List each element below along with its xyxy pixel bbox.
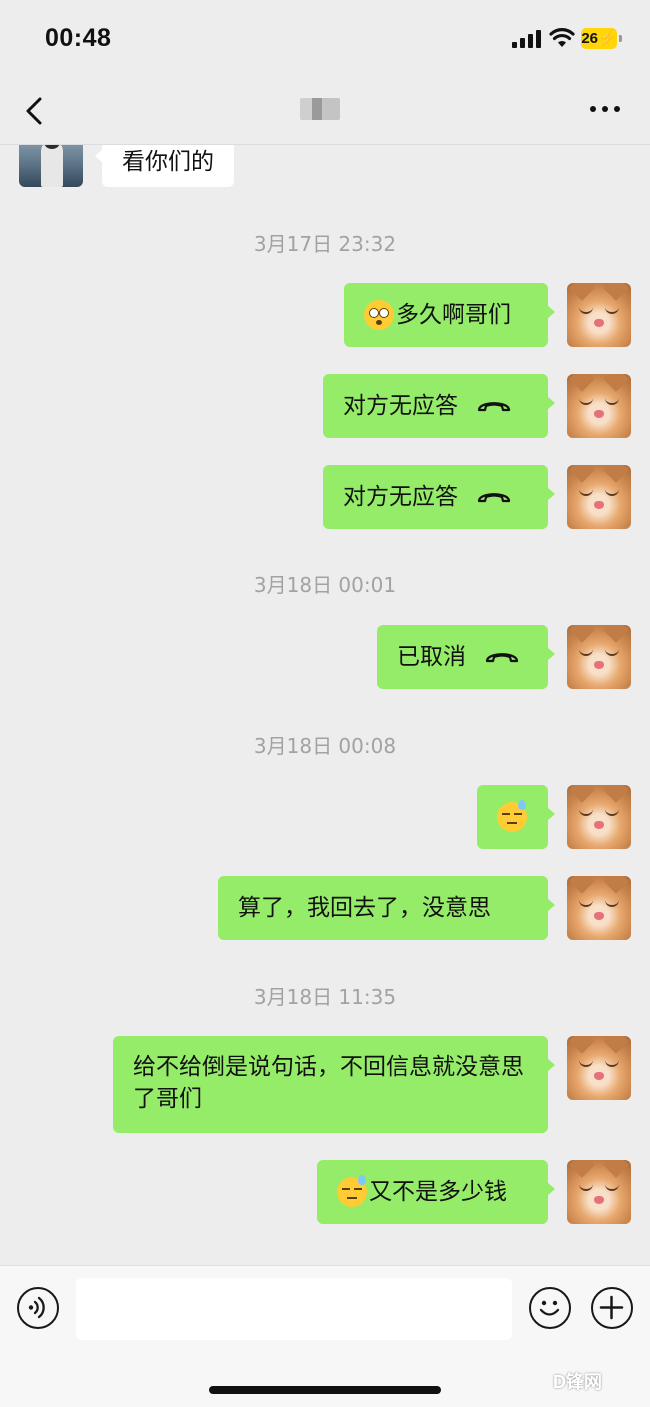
my-avatar[interactable] xyxy=(567,1036,631,1100)
message-bubble[interactable]: 给不给倒是说句话，不回信息就没意思了哥们 xyxy=(113,1036,555,1133)
message-text: 多久啊哥们 xyxy=(396,302,511,328)
battery-indicator: 26⚡ xyxy=(581,28,617,49)
home-indicator xyxy=(209,1386,441,1394)
call-message-bubble[interactable]: 对方无应答 xyxy=(323,374,555,438)
downcast-sweat-emoji-icon xyxy=(497,800,527,832)
message-text: 对方无应答 xyxy=(343,393,458,419)
message-text: 对方无应答 xyxy=(343,484,458,510)
emoji-message-bubble[interactable] xyxy=(477,785,555,849)
message-text: 算了，我回去了，没意思 xyxy=(238,895,491,921)
flushed-emoji-icon xyxy=(364,300,394,330)
message-bubble[interactable]: 多久啊哥们 xyxy=(344,283,555,347)
my-avatar[interactable] xyxy=(567,283,631,347)
my-avatar[interactable] xyxy=(567,1160,631,1224)
phone-hangup-icon xyxy=(485,653,519,663)
message-list[interactable]: 看你们的 3月17日 23:32 多久啊哥们 对方无应答 对方无应答 3月18日… xyxy=(0,145,650,1265)
message-text: 给不给倒是说句话，不回信息就没意思了哥们 xyxy=(133,1054,524,1112)
chat-title xyxy=(300,98,340,120)
message-text: 看你们的 xyxy=(122,149,214,175)
plus-icon[interactable] xyxy=(591,1287,633,1329)
call-message-bubble[interactable]: 已取消 xyxy=(377,625,555,689)
timestamp: 3月17日 23:32 xyxy=(253,232,397,256)
chat-nav-bar xyxy=(0,78,650,145)
message-text: 已取消 xyxy=(397,644,466,670)
message-bubble[interactable]: 看你们的 xyxy=(95,145,234,187)
phone-hangup-icon xyxy=(477,402,511,412)
message-text: 又不是多少钱 xyxy=(369,1179,507,1205)
my-avatar[interactable] xyxy=(567,785,631,849)
voice-icon[interactable] xyxy=(17,1287,59,1329)
timestamp: 3月18日 11:35 xyxy=(253,985,397,1009)
message-input[interactable] xyxy=(76,1278,512,1340)
friend-avatar[interactable] xyxy=(19,145,83,187)
message-bubble[interactable]: 又不是多少钱 xyxy=(317,1160,555,1224)
my-avatar[interactable] xyxy=(567,625,631,689)
message-bubble[interactable]: 算了，我回去了，没意思 xyxy=(218,876,555,940)
wifi-icon xyxy=(549,28,575,47)
my-avatar[interactable] xyxy=(567,465,631,529)
battery-tip xyxy=(619,35,622,42)
call-message-bubble[interactable]: 对方无应答 xyxy=(323,465,555,529)
phone-hangup-icon xyxy=(477,493,511,503)
my-avatar[interactable] xyxy=(567,374,631,438)
watermark: D锋网 xyxy=(553,1372,602,1392)
chevron-left-icon[interactable] xyxy=(22,96,48,126)
downcast-sweat-emoji-icon xyxy=(337,1175,367,1207)
status-time: 00:48 xyxy=(45,24,112,52)
timestamp: 3月18日 00:08 xyxy=(253,734,397,758)
timestamp: 3月18日 00:01 xyxy=(253,573,397,597)
ellipsis-icon[interactable] xyxy=(590,106,622,114)
smiley-icon[interactable] xyxy=(529,1287,571,1329)
status-bar: 00:48 26⚡ xyxy=(0,0,650,78)
signal-icon xyxy=(512,30,542,48)
my-avatar[interactable] xyxy=(567,876,631,940)
